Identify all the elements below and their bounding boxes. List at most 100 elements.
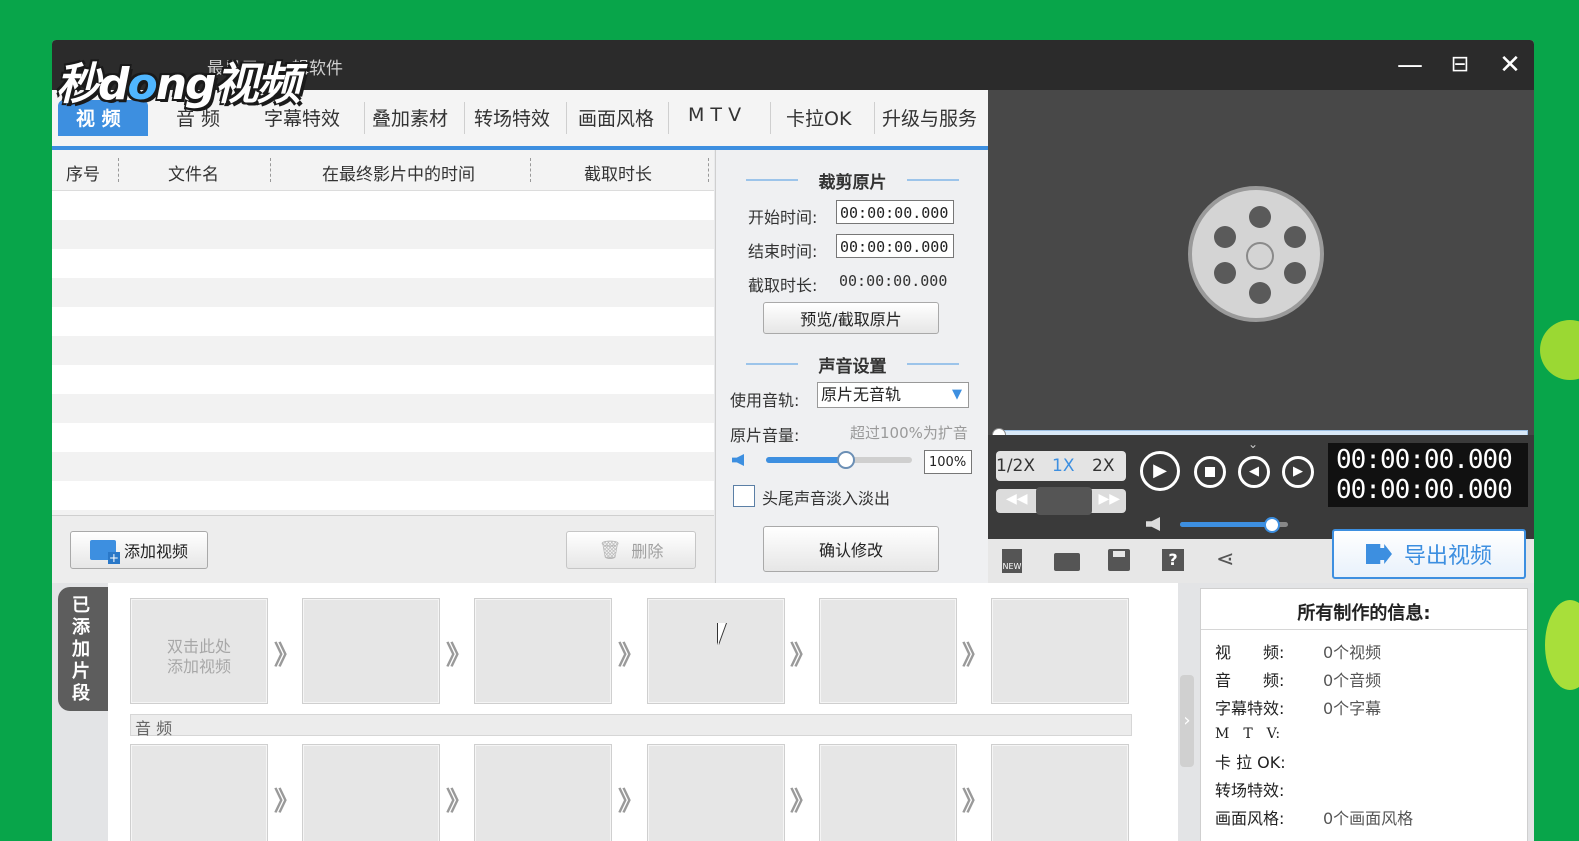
player-volume-slider[interactable] <box>1180 517 1288 533</box>
audio-clip-slot[interactable] <box>819 744 957 841</box>
audio-clip-slot[interactable] <box>474 744 612 841</box>
volume-slider-handle[interactable] <box>837 451 856 469</box>
maximize-button[interactable]: ⊟ <box>1444 52 1476 77</box>
start-time-label: 开始时间: <box>748 208 818 227</box>
table-row[interactable] <box>52 307 714 336</box>
tab-mtv[interactable]: M T V <box>688 104 741 126</box>
table-row[interactable] <box>52 249 714 278</box>
table-row[interactable] <box>52 394 714 423</box>
tab-karaoke[interactable]: 卡拉OK <box>786 104 851 131</box>
expand-panel-button[interactable]: › <box>1180 675 1194 767</box>
info-value-styles: 0个画面风格 <box>1323 809 1414 828</box>
video-clip-slot[interactable] <box>647 598 785 704</box>
column-divider <box>118 158 119 182</box>
chevron-right-icon: 》 <box>790 641 816 671</box>
player-controls: ⌄ 1/2X 1X 2X ◀◀ ▶▶ ▶ ◀ ▶ 00:00:00.000 00… <box>988 435 1534 583</box>
film-add-icon: + <box>89 540 120 564</box>
audio-clip-slot[interactable] <box>302 744 440 841</box>
watermark-logo: 秒dong视频 <box>56 59 301 110</box>
tab-divider <box>874 102 875 134</box>
table-row[interactable] <box>52 365 714 394</box>
rewind-icon[interactable]: ◀◀ <box>1006 491 1028 507</box>
table-row[interactable] <box>52 452 714 481</box>
speed-selector: 1/2X 1X 2X <box>996 451 1126 481</box>
video-clip-slot[interactable] <box>474 598 612 704</box>
chevron-right-icon: 》 <box>790 787 816 817</box>
stop-icon[interactable] <box>1194 456 1226 488</box>
audio-clip-slot[interactable] <box>130 744 268 841</box>
audio-clip-slot[interactable] <box>647 744 785 841</box>
total-time: 00:00:00.000 <box>1336 475 1513 505</box>
info-value-subtitles: 0个字幕 <box>1323 699 1382 718</box>
chevron-right-icon: 》 <box>274 641 300 671</box>
new-project-icon[interactable]: NEW <box>1002 549 1022 573</box>
chevron-right-icon: 》 <box>962 787 988 817</box>
share-icon[interactable]: ⋖ <box>1216 547 1234 572</box>
player-volume-handle[interactable] <box>1263 517 1280 533</box>
table-row[interactable] <box>52 336 714 365</box>
add-video-button[interactable]: + 添加视频 <box>70 531 208 569</box>
volume-slider[interactable] <box>766 451 912 469</box>
column-header-timeline[interactable]: 在最终影片中的时间 <box>322 160 475 185</box>
audio-clip-slot[interactable] <box>991 744 1129 841</box>
save-icon[interactable] <box>1108 549 1130 571</box>
column-header-index[interactable]: 序号 <box>66 160 100 185</box>
collapse-chevron-icon[interactable]: ⌄ <box>1248 437 1258 451</box>
speed-double[interactable]: 2X <box>1092 456 1114 476</box>
table-row[interactable] <box>52 481 714 510</box>
audio-track-header: 音 频 <box>130 714 1132 738</box>
info-key-mtv: M T V: <box>1215 726 1281 742</box>
table-row[interactable] <box>52 423 714 452</box>
trim-section-title: 裁剪原片 <box>716 168 989 193</box>
audio-track-select[interactable]: 原片无音轨 ▼ <box>817 382 969 408</box>
export-video-button[interactable]: 导出视频 <box>1332 529 1526 579</box>
end-time-label: 结束时间: <box>748 242 818 261</box>
start-time-input[interactable]: 00:00:00.000 <box>836 200 954 224</box>
info-key-styles: 画面风格: <box>1215 809 1285 828</box>
column-header-duration[interactable]: 截取时长 <box>584 160 652 185</box>
speed-normal[interactable]: 1X <box>1052 456 1074 476</box>
audio-track-value: 原片无音轨 <box>821 385 902 404</box>
confirm-button[interactable]: 确认修改 <box>763 526 939 572</box>
preview-trim-button[interactable]: 预览/截取原片 <box>763 302 939 334</box>
tab-transitions[interactable]: 转场特效 <box>474 104 550 131</box>
seek-handle[interactable] <box>1036 487 1092 515</box>
video-clip-slot[interactable]: 双击此处 添加视频 <box>130 598 268 704</box>
info-value-video: 0个视频 <box>1323 643 1382 662</box>
tab-upgrade[interactable]: 升级与服务 <box>882 104 977 131</box>
table-row[interactable] <box>52 220 714 249</box>
info-key-subtitles: 字幕特效: <box>1215 699 1285 718</box>
close-button[interactable]: ✕ <box>1494 50 1526 80</box>
project-info-panel: 所有制作的信息: 视 频: 0个视频 音 频: 0个音频 字幕特效: 0个字幕 … <box>1200 588 1528 841</box>
delete-button[interactable]: 🗑 删除 <box>566 531 696 569</box>
video-clip-slot[interactable] <box>819 598 957 704</box>
tab-overlay[interactable]: 叠加素材 <box>372 104 448 131</box>
play-icon[interactable]: ▶ <box>1140 451 1180 491</box>
chevron-right-icon: 》 <box>618 641 644 671</box>
table-header: 序号 文件名 在最终影片中的时间 截取时长 <box>52 150 714 191</box>
fade-label: 头尾声音淡入淡出 <box>762 489 891 508</box>
previous-frame-icon[interactable]: ◀ <box>1238 456 1270 488</box>
table-row[interactable] <box>52 278 714 307</box>
chevron-right-icon: 》 <box>446 787 472 817</box>
tab-styles[interactable]: 画面风格 <box>578 104 654 131</box>
open-folder-icon[interactable] <box>1054 553 1080 571</box>
fade-checkbox[interactable] <box>733 485 755 507</box>
volume-input[interactable]: 100% <box>924 450 972 474</box>
table-row[interactable] <box>52 191 714 220</box>
end-time-input[interactable]: 00:00:00.000 <box>836 234 954 258</box>
info-key-transitions: 转场特效: <box>1215 781 1285 800</box>
video-clip-slot[interactable] <box>991 598 1129 704</box>
column-divider <box>708 158 709 182</box>
video-clip-slot[interactable] <box>302 598 440 704</box>
next-frame-icon[interactable]: ▶ <box>1282 456 1314 488</box>
help-icon[interactable]: ? <box>1162 549 1184 571</box>
seek-bar[interactable]: ◀◀ ▶▶ <box>996 487 1126 515</box>
fast-forward-icon[interactable]: ▶▶ <box>1098 491 1120 507</box>
chevron-down-icon: ▼ <box>952 387 962 402</box>
column-header-filename[interactable]: 文件名 <box>168 160 219 185</box>
volume-slider-fill <box>766 457 847 463</box>
minimize-button[interactable]: — <box>1394 50 1426 80</box>
added-clips-label: 已添加片段 <box>72 595 90 704</box>
speed-half[interactable]: 1/2X <box>996 456 1035 476</box>
